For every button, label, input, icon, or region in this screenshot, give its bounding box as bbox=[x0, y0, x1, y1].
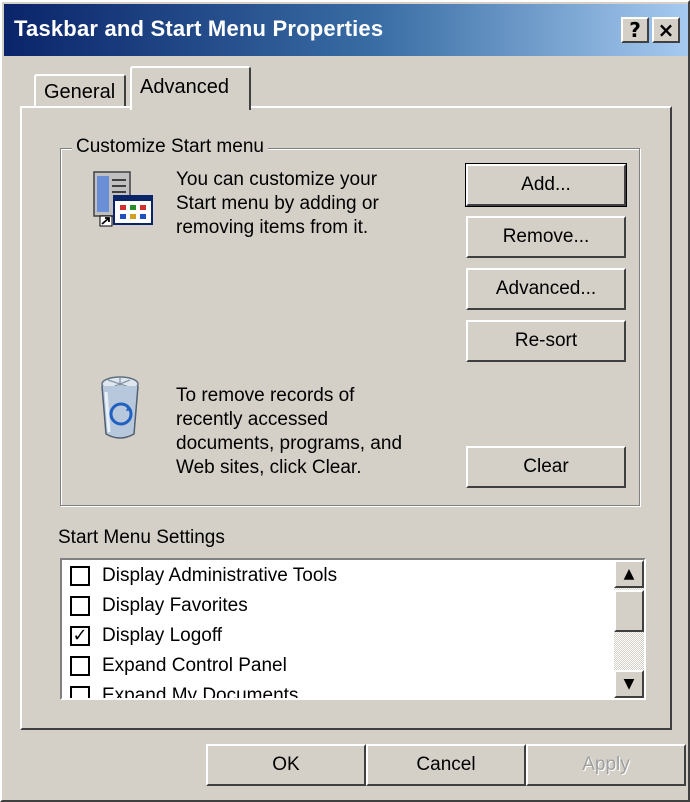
list-item[interactable]: Expand Control Panel bbox=[70, 652, 610, 680]
advanced-button[interactable]: Advanced... bbox=[466, 268, 626, 310]
list-item-label: Display Administrative Tools bbox=[102, 565, 338, 586]
add-button[interactable]: Add... bbox=[465, 163, 627, 207]
clear-description-line: Web sites, click Clear. bbox=[176, 457, 362, 478]
apply-button[interactable]: Apply bbox=[526, 744, 686, 786]
list-item[interactable]: ✓ Display Logoff bbox=[70, 622, 610, 650]
list-item-label: Expand My Documents bbox=[102, 685, 299, 700]
clear-button[interactable]: Clear bbox=[466, 446, 626, 488]
customize-description-line: You can customize your bbox=[176, 169, 378, 190]
tab-advanced[interactable]: Advanced bbox=[130, 66, 251, 110]
list-item-label: Display Logoff bbox=[102, 625, 223, 646]
clear-description-line: recently accessed bbox=[176, 409, 329, 430]
cancel-button[interactable]: Cancel bbox=[366, 744, 526, 786]
customize-description-line: removing items from it. bbox=[176, 217, 369, 238]
advanced-tab-panel: Customize Start menu You can customize y… bbox=[20, 106, 672, 730]
help-button[interactable]: ? bbox=[621, 17, 649, 43]
close-button[interactable]: × bbox=[652, 17, 680, 43]
clear-description-line: documents, programs, and bbox=[176, 433, 403, 454]
scroll-down-button[interactable]: ▼ bbox=[614, 670, 644, 698]
scroll-up-button[interactable]: ▲ bbox=[614, 560, 644, 588]
customize-description: You can customize your Start menu by add… bbox=[176, 168, 379, 240]
list-item[interactable]: Display Favorites bbox=[70, 592, 610, 620]
recycle-bin-icon bbox=[101, 376, 139, 439]
checkbox[interactable] bbox=[70, 686, 90, 698]
remove-button[interactable]: Remove... bbox=[466, 216, 626, 258]
ok-button[interactable]: OK bbox=[206, 744, 366, 786]
list-item[interactable]: Display Administrative Tools bbox=[70, 562, 610, 590]
scroll-thumb[interactable] bbox=[614, 590, 644, 632]
start-menu-settings-label: Start Menu Settings bbox=[58, 527, 225, 548]
title-bar[interactable]: Taskbar and Start Menu Properties ? × bbox=[4, 4, 688, 56]
clear-description-line: To remove records of bbox=[176, 385, 355, 406]
checkbox[interactable] bbox=[70, 596, 90, 616]
tab-general[interactable]: General bbox=[34, 74, 126, 110]
start-menu-settings-list[interactable]: Display Administrative Tools Display Fav… bbox=[60, 558, 646, 700]
clear-description: To remove records of recently accessed d… bbox=[176, 384, 402, 480]
resort-button[interactable]: Re-sort bbox=[466, 320, 626, 362]
checkbox[interactable] bbox=[70, 656, 90, 676]
vertical-scrollbar[interactable]: ▲ ▼ bbox=[614, 560, 644, 698]
customize-start-menu-legend: Customize Start menu bbox=[72, 136, 268, 158]
checkbox[interactable] bbox=[70, 566, 90, 586]
list-item-label: Expand Control Panel bbox=[102, 655, 287, 676]
list-item-label: Display Favorites bbox=[102, 595, 248, 616]
properties-dialog: Taskbar and Start Menu Properties ? × Ge… bbox=[0, 0, 690, 802]
window-title: Taskbar and Start Menu Properties bbox=[14, 16, 384, 41]
checkbox[interactable]: ✓ bbox=[70, 626, 90, 646]
list-item[interactable]: Expand My Documents bbox=[70, 682, 610, 700]
customize-description-line: Start menu by adding or bbox=[176, 193, 379, 214]
start-menu-icon bbox=[93, 171, 153, 227]
